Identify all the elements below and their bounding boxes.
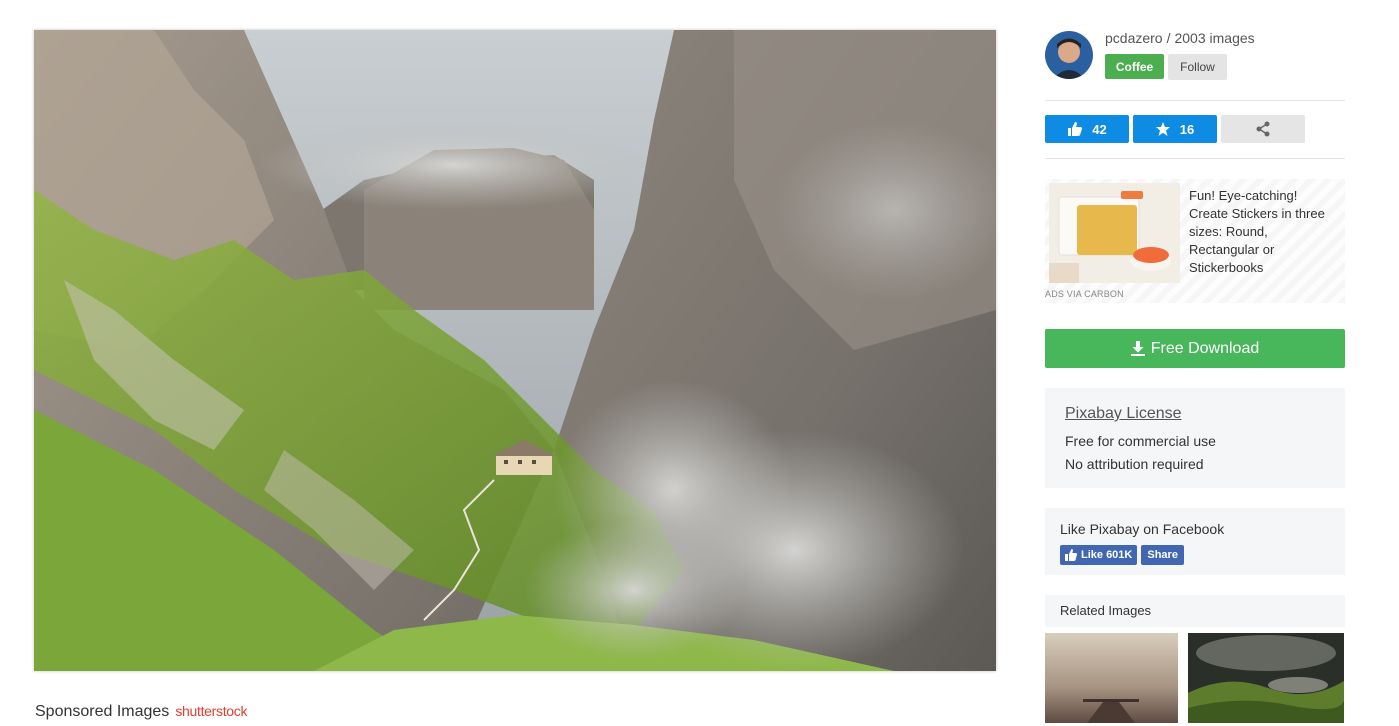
like-button[interactable]: 42: [1045, 115, 1129, 143]
follow-button[interactable]: Follow: [1168, 54, 1227, 80]
mountain-landscape-image: [34, 30, 996, 671]
license-commercial: Free for commercial use: [1065, 433, 1216, 449]
facebook-like-button[interactable]: Like 601K: [1060, 545, 1138, 565]
user-avatar-icon: [1045, 31, 1093, 79]
share-icon: [1256, 121, 1270, 137]
related-image-1[interactable]: [1045, 633, 1178, 723]
author-name[interactable]: pcdazero: [1105, 30, 1163, 46]
share-button[interactable]: [1221, 115, 1305, 143]
author-image-count[interactable]: 2003 images: [1174, 30, 1254, 46]
facebook-like-label: Like 601K: [1081, 549, 1133, 561]
ad-image[interactable]: [1049, 183, 1180, 283]
avatar[interactable]: [1045, 31, 1093, 79]
sticker-product-image: [1049, 183, 1180, 283]
sidebar: pcdazero/2003 images Coffee Follow 42 16…: [1045, 28, 1345, 723]
favorite-count: 16: [1179, 121, 1195, 137]
facebook-box: Like Pixabay on Facebook Like 601K Share: [1045, 508, 1345, 575]
license-box: Pixabay License Free for commercial use …: [1045, 388, 1345, 488]
favorite-button[interactable]: 16: [1133, 115, 1217, 143]
author-block: pcdazero/2003 images Coffee Follow: [1045, 28, 1345, 100]
like-count: 42: [1092, 121, 1107, 137]
pixabay-license-link[interactable]: Pixabay License: [1065, 405, 1325, 423]
author-separator: /: [1166, 30, 1171, 46]
coffee-button[interactable]: Coffee: [1105, 54, 1164, 79]
license-attribution: No attribution required: [1065, 456, 1204, 472]
star-icon: [1155, 122, 1170, 136]
ad-text[interactable]: Fun! Eye-catching! Create Stickers in th…: [1189, 187, 1339, 277]
main-photo[interactable]: [34, 30, 996, 671]
download-icon: [1130, 341, 1145, 356]
carbon-ad[interactable]: Fun! Eye-catching! Create Stickers in th…: [1045, 179, 1345, 303]
sponsored-images: Sponsored Images shutterstock: [35, 703, 248, 721]
action-buttons: 42 16: [1045, 101, 1345, 158]
shutterstock-logo[interactable]: shutterstock: [175, 703, 247, 719]
thumbs-up-icon: [1068, 122, 1083, 136]
sponsored-label: Sponsored Images: [35, 703, 170, 720]
related-images: [1045, 633, 1345, 723]
download-label: Free Download: [1150, 339, 1260, 357]
page: Sponsored Images shutterstock pcdazero/20…: [0, 0, 1399, 726]
related-image-2[interactable]: [1188, 633, 1344, 723]
divider: [1045, 158, 1345, 159]
facebook-share-button[interactable]: Share: [1141, 545, 1184, 565]
related-thumbnail-valley: [1188, 633, 1344, 723]
related-images-heading: Related Images: [1045, 595, 1345, 627]
related-thumbnail-pier: [1045, 633, 1178, 723]
author-line: pcdazero/2003 images: [1105, 30, 1255, 46]
facebook-title: Like Pixabay on Facebook: [1060, 521, 1225, 537]
facebook-thumbs-up-icon: [1065, 549, 1077, 561]
ad-via-carbon[interactable]: ADS VIA CARBON: [1045, 289, 1124, 299]
facebook-share-label: Share: [1147, 549, 1178, 561]
free-download-button[interactable]: Free Download: [1045, 329, 1345, 368]
